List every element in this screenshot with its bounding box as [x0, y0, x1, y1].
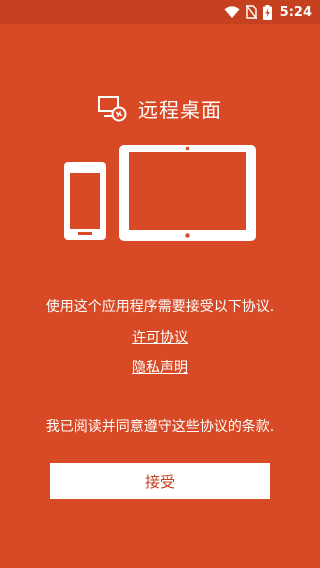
tablet-illustration	[119, 145, 256, 241]
no-sim-icon	[245, 5, 257, 19]
privacy-statement-link-row: 隐私声明	[0, 357, 320, 377]
license-agreement-link[interactable]: 许可协议	[132, 330, 188, 346]
phone-illustration	[64, 162, 106, 240]
agreement-text: 我已阅读并同意遵守这些协议的条款.	[45, 419, 275, 435]
remote-desktop-icon	[98, 95, 128, 122]
wifi-icon	[224, 5, 240, 19]
app-title: 远程桌面	[138, 98, 222, 122]
devices-illustration	[0, 140, 320, 250]
battery-charging-icon	[262, 4, 272, 20]
status-bar: 5:24	[0, 0, 320, 24]
privacy-statement-link[interactable]: 隐私声明	[132, 360, 188, 376]
license-message: 使用这个应用程序需要接受以下协议.	[45, 299, 275, 315]
license-agreement-link-row: 许可协议	[0, 327, 320, 347]
status-time: 5:24	[279, 4, 312, 20]
accept-button[interactable]: 接受	[50, 463, 270, 499]
app-header: 远程桌面	[0, 94, 320, 123]
